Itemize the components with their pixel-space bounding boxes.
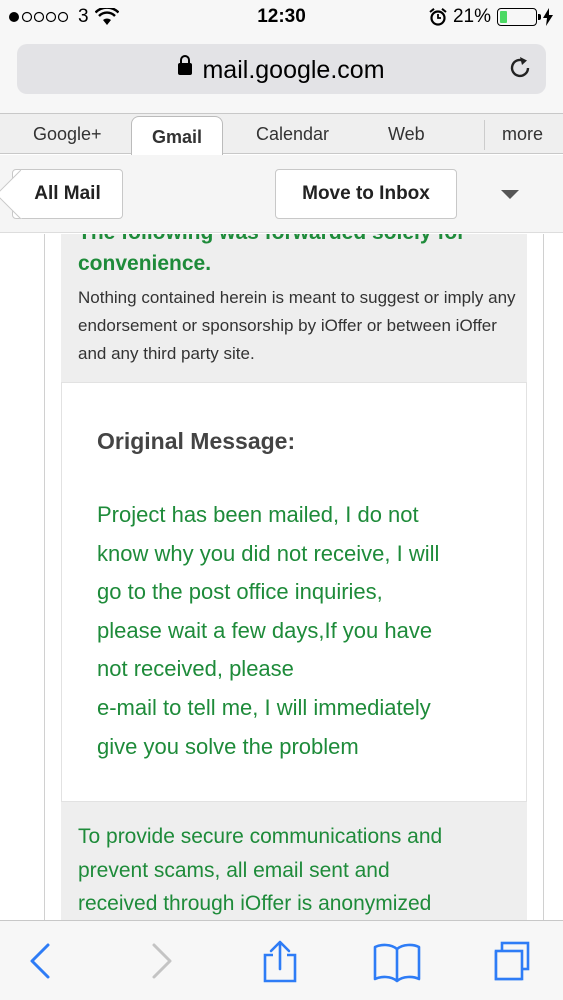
bookmarks-icon[interactable]	[373, 939, 421, 983]
address-bar[interactable]: mail.google.com	[17, 44, 546, 94]
convenience-text: convenience.	[78, 252, 212, 275]
move-to-inbox-label: Move to Inbox	[302, 183, 430, 204]
tab-web[interactable]: Web	[388, 124, 425, 145]
notice-line: received through iOffer is anonymized	[78, 892, 432, 915]
forward-arrow-icon[interactable]	[140, 939, 180, 983]
status-right: 21%	[429, 6, 553, 28]
message-line: Project has been mailed, I do not	[97, 502, 419, 527]
message-content[interactable]: The following was forwarded solely for c…	[0, 234, 563, 920]
safari-toolbar	[0, 920, 563, 1000]
lock-icon	[178, 55, 193, 76]
address-text-wrap: mail.google.com	[17, 55, 546, 85]
battery-level	[500, 11, 507, 23]
left-border	[44, 234, 45, 920]
alarm-icon	[429, 8, 447, 26]
tab-google-plus[interactable]: Google+	[33, 124, 102, 145]
message-line: know why you did not receive, I will	[97, 540, 440, 566]
all-mail-label: All Mail	[34, 183, 101, 204]
charging-bolt-icon	[543, 8, 553, 26]
security-notice: To provide secure communications and pre…	[78, 820, 518, 920]
notice-line: To provide secure communications and	[78, 825, 443, 848]
forwarded-heading: The following was forwarded solely for	[78, 234, 465, 245]
original-message-body: Project has been mailed, I do not know w…	[97, 496, 517, 766]
all-mail-back-button[interactable]: All Mail	[12, 169, 123, 219]
reload-icon[interactable]	[506, 54, 534, 82]
original-message-heading: Original Message:	[97, 428, 296, 454]
share-icon[interactable]	[260, 939, 300, 983]
status-bar: 3 12:30 21%	[0, 0, 563, 38]
mail-action-bar: All Mail Move to Inbox	[0, 155, 563, 233]
tab-calendar[interactable]: Calendar	[256, 124, 329, 145]
disclaimer-text: Nothing contained herein is meant to sug…	[78, 288, 516, 363]
message-line: not received, please	[97, 656, 294, 682]
back-arrow-icon[interactable]	[22, 939, 62, 983]
tab-more[interactable]: more	[502, 124, 543, 145]
google-nav-tabs: Google+ Gmail Calendar Web more	[0, 114, 563, 156]
message-line: please wait a few days,If you have	[97, 617, 433, 643]
browser-chrome: mail.google.com	[0, 38, 563, 114]
dropdown-arrow-icon[interactable]	[501, 190, 519, 199]
address-text: mail.google.com	[202, 56, 385, 84]
battery-percent: 21%	[452, 6, 491, 27]
right-border	[543, 234, 544, 920]
message-line: go to the post office inquiries,	[97, 579, 383, 605]
battery-icon	[497, 8, 541, 26]
move-to-inbox-button[interactable]: Move to Inbox	[275, 169, 457, 219]
message-line: give you solve the problem	[97, 733, 359, 759]
tab-gmail[interactable]: Gmail	[131, 116, 224, 156]
tab-divider	[484, 120, 485, 150]
notice-line: prevent scams, all email sent and	[78, 858, 390, 882]
message-line: e-mail to tell me, I will immediately	[97, 694, 431, 720]
tabs-icon[interactable]	[492, 939, 532, 983]
